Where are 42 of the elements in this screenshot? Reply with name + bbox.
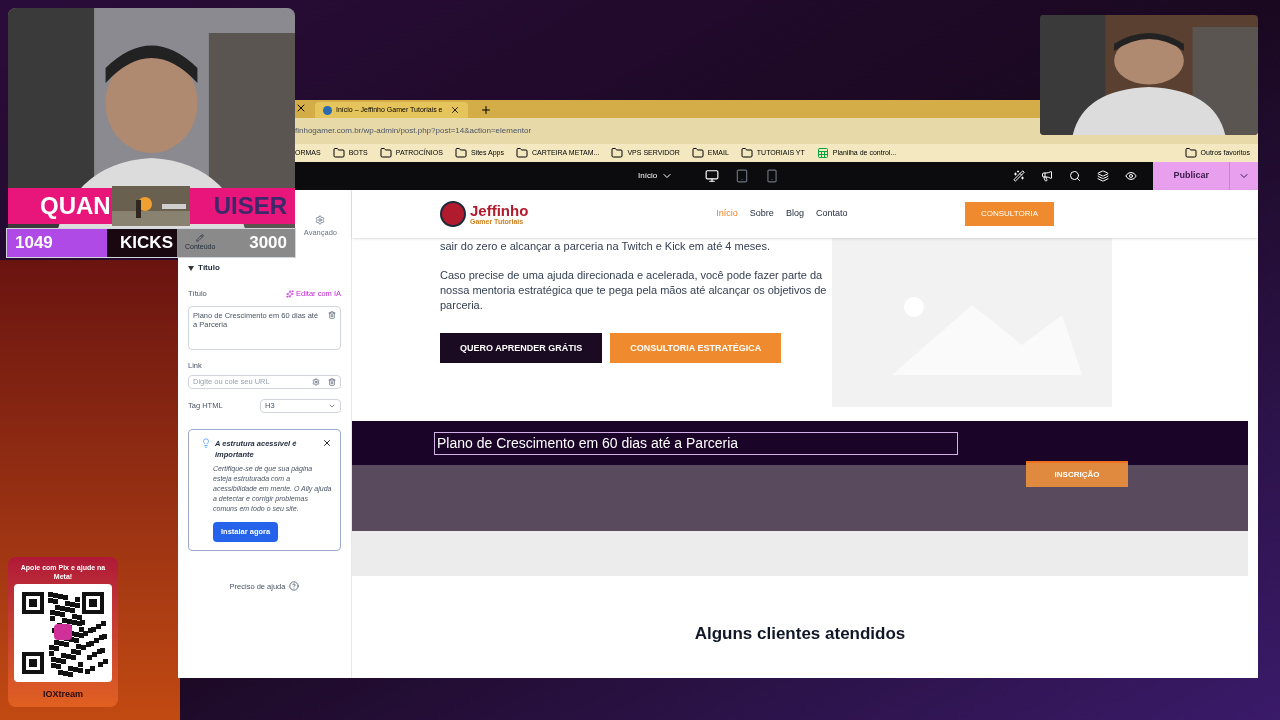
qr-code-icon bbox=[14, 584, 112, 682]
spreadsheet-icon bbox=[816, 147, 829, 159]
trash-icon[interactable] bbox=[328, 377, 336, 386]
folder-icon bbox=[332, 147, 345, 159]
nav-link[interactable]: Blog bbox=[785, 207, 804, 221]
section-title[interactable]: Título bbox=[198, 262, 220, 275]
preview-icon[interactable] bbox=[1125, 170, 1138, 182]
cta-button[interactable]: QUERO APRENDER GRÁTIS bbox=[440, 333, 603, 363]
folder-icon bbox=[691, 147, 704, 159]
help-icon bbox=[289, 581, 300, 592]
folder-icon bbox=[454, 147, 467, 159]
publish-button[interactable]: Publicar bbox=[1153, 162, 1229, 190]
folder-icon bbox=[740, 147, 753, 159]
caret-icon bbox=[188, 265, 194, 271]
folder-icon bbox=[516, 147, 528, 159]
brand-logo: IOXtream bbox=[43, 688, 83, 701]
course-title[interactable]: Plano de Crescimento em 60 dias até a Parceria bbox=[434, 431, 958, 455]
folder-icon bbox=[1184, 147, 1197, 159]
new-tab-icon[interactable] bbox=[480, 104, 493, 116]
body-text: sair do zero e alcançar a parceria na Twitch e Kick em até 4 meses. bbox=[440, 239, 771, 254]
close-icon[interactable] bbox=[295, 102, 307, 114]
url-field[interactable]: finhogamer.com.br/wp-admin/post.php?post=14&action=elementor bbox=[295, 125, 532, 137]
device-icon[interactable] bbox=[705, 169, 720, 183]
nav-link[interactable]: Sobre bbox=[749, 207, 774, 221]
body-text: Caso precise de uma ajuda direcionada e acelerada, você pode fazer parte da nossa mentoria estratégica que te pega pela mãos até alcançar os objetivos de parceria. bbox=[440, 268, 828, 313]
gear-icon bbox=[315, 215, 326, 225]
section-heading: Alguns clientes atendidos bbox=[694, 623, 906, 645]
search-icon[interactable] bbox=[1069, 170, 1082, 182]
close-icon[interactable] bbox=[450, 105, 461, 115]
nav-link[interactable]: Contato bbox=[815, 207, 848, 221]
close-icon[interactable] bbox=[322, 437, 332, 448]
folder-icon bbox=[611, 147, 624, 159]
wordpress-icon bbox=[323, 105, 332, 115]
gear-icon[interactable] bbox=[312, 377, 320, 386]
sparkle-icon bbox=[286, 289, 294, 298]
layers-icon[interactable] bbox=[1097, 170, 1110, 182]
lightbulb-icon bbox=[201, 437, 211, 448]
logo-icon bbox=[440, 201, 466, 227]
trash-icon[interactable] bbox=[328, 310, 336, 319]
folder-icon bbox=[379, 147, 392, 159]
megaphone-icon[interactable] bbox=[1041, 170, 1054, 182]
page-selector[interactable]: Início bbox=[638, 170, 674, 182]
